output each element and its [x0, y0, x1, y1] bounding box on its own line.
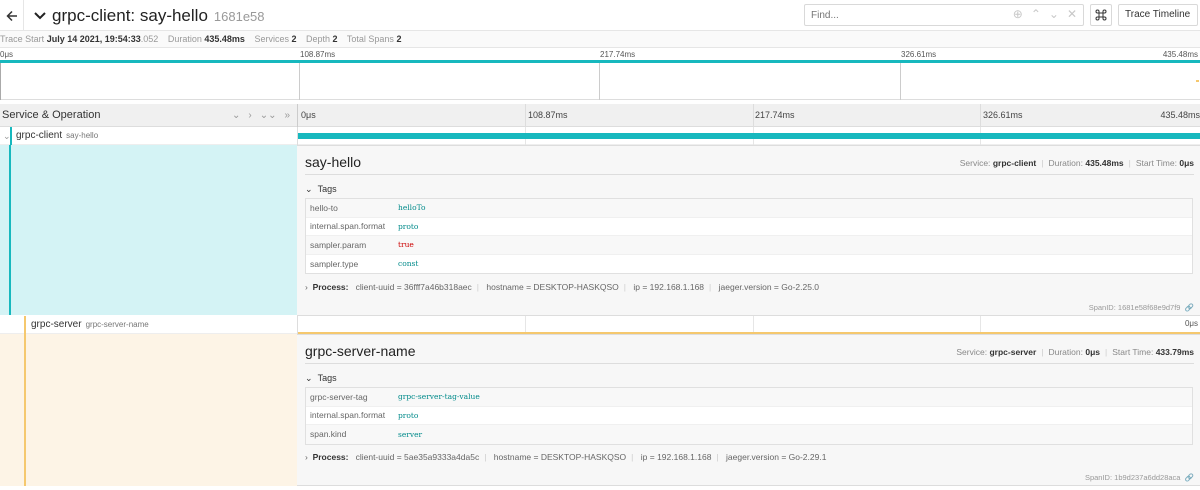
axis-gridline	[753, 104, 754, 127]
find-input[interactable]	[805, 5, 1005, 25]
tags-toggle[interactable]: ⌄ Tags	[305, 373, 337, 384]
tags-table: grpc-server-tag grpc-server-tag-value int…	[305, 387, 1193, 445]
tree-controls: ⌄ › ⌄⌄ »	[232, 104, 290, 127]
span-tree-line	[24, 334, 26, 486]
tag-row: hello-to helloTo	[306, 199, 1192, 218]
span-tree-line	[9, 145, 11, 315]
span-detail-panel: grpc-server-name Service: grpc-server | Du…	[297, 334, 1200, 486]
axis-tick: 108.87ms	[528, 110, 568, 120]
span-bar-label: 0μs	[1184, 319, 1198, 328]
trace-summary: Trace Start July 14 2021, 19:54:33.052 D…	[0, 31, 1200, 48]
collapse-one-icon[interactable]: ⌄	[232, 104, 240, 127]
minimap-tick: 326.61ms	[901, 50, 937, 59]
span-service-color	[10, 127, 12, 145]
minimap-gridline	[299, 60, 300, 100]
minimap-span-server	[1196, 80, 1199, 82]
span-detail-indent	[0, 334, 297, 486]
minimap-gridline	[900, 60, 901, 100]
detail-divider	[305, 363, 1194, 364]
arrow-left-icon	[5, 10, 17, 21]
trace-title-toggle[interactable]: grpc-client: say-hello 1681e58	[34, 6, 265, 26]
locate-icon[interactable]: ⊕	[1013, 7, 1023, 21]
span-detail-title: say-hello	[305, 154, 362, 170]
trace-title: grpc-client: say-hello	[52, 6, 208, 25]
expand-one-icon[interactable]: ›	[248, 104, 251, 127]
close-icon[interactable]: ✕	[1067, 7, 1077, 21]
expand-all-icon[interactable]: »	[285, 104, 291, 127]
timeline-axis: 0μs 108.87ms 217.74ms 326.61ms 435.48ms	[297, 104, 1200, 127]
span-name-cell[interactable]: ⌄ grpc-client say-hello	[0, 127, 297, 145]
trace-id: 1681e58	[213, 8, 265, 24]
span-row-server[interactable]: grpc-server grpc-server-name 0μs	[0, 316, 1200, 334]
trace-start: Trace Start July 14 2021, 19:54:33.052	[0, 34, 159, 44]
axis-gridline	[980, 104, 981, 127]
span-detail-indent	[0, 145, 297, 315]
tags-toggle[interactable]: ⌄ Tags	[305, 184, 337, 195]
link-icon[interactable]: 🔗	[1185, 303, 1194, 312]
span-bar-cell[interactable]: 0μs	[297, 316, 1200, 334]
minimap-left-edge	[0, 60, 1, 100]
timeline-header: Service & Operation ⌄ › ⌄⌄ » 0μs 108.87m…	[0, 104, 1200, 127]
tag-row: grpc-server-tag grpc-server-tag-value	[306, 388, 1192, 407]
chevron-down-icon: ⌄	[305, 184, 313, 194]
tags-table: hello-to helloTo internal.span.format prot…	[305, 198, 1193, 274]
keyboard-shortcuts-button[interactable]	[1090, 4, 1112, 26]
span-detail-meta: Service: grpc-client | Duration: 435.48ms |…	[959, 158, 1194, 168]
axis-tick: 217.74ms	[755, 110, 795, 120]
total-spans: Total Spans 2	[346, 34, 402, 44]
minimap-span-client	[0, 60, 1200, 63]
tag-row: internal.span.format proto	[306, 407, 1192, 425]
minimap-tick: 0μs	[0, 50, 14, 59]
process-toggle[interactable]: › Process: client-uuid = 36fff7a46b318ae…	[305, 282, 819, 292]
chevron-right-icon: ›	[305, 452, 308, 462]
span-service-name: grpc-client	[16, 130, 63, 141]
trace-minimap[interactable]: 0μs 108.87ms 217.74ms 326.61ms 435.48ms	[0, 48, 1200, 100]
find-controls: ⊕ ⌃ ⌄ ✕	[1013, 7, 1077, 21]
axis-tick: 0μs	[301, 110, 316, 120]
back-button[interactable]	[0, 0, 24, 31]
span-bar[interactable]	[298, 133, 1200, 139]
span-detail-panel: say-hello Service: grpc-client | Duration:…	[297, 145, 1200, 316]
span-operation-name: grpc-server-name	[85, 320, 149, 329]
axis-gridline	[525, 104, 526, 127]
chevron-right-icon: ›	[305, 282, 308, 292]
tag-row: sampler.type const	[310, 258, 419, 269]
span-id: SpanID: 1b9d237a6dd28aca 🔗	[1084, 473, 1194, 482]
tag-row: sampler.param true	[306, 236, 1192, 255]
minimap-gridline	[599, 60, 600, 100]
trace-header: grpc-client: say-hello 1681e58 ⊕ ⌃ ⌄ ✕ T…	[0, 0, 1200, 31]
trace-duration: Duration 435.48ms	[167, 34, 245, 44]
span-detail-title: grpc-server-name	[305, 343, 416, 359]
chevron-down-icon: ⌄	[305, 373, 313, 383]
tag-row: internal.span.format proto	[306, 218, 1192, 236]
axis-tick: 435.48ms	[1160, 110, 1200, 120]
span-service-name: grpc-server	[31, 319, 82, 330]
span-bar-cell[interactable]	[297, 127, 1200, 145]
view-select[interactable]: Trace Timeline	[1118, 4, 1198, 26]
minimap-ticks: 0μs 108.87ms 217.74ms 326.61ms 435.48ms	[0, 48, 1200, 60]
span-operation-name: say-hello	[66, 131, 99, 140]
find-box: ⊕ ⌃ ⌄ ✕	[804, 4, 1084, 26]
span-name-cell[interactable]: grpc-server grpc-server-name	[0, 316, 297, 334]
collapse-all-icon[interactable]: ⌄⌄	[260, 104, 277, 127]
span-row-client[interactable]: ⌄ grpc-client say-hello	[0, 127, 1200, 145]
depth: Depth 2	[306, 34, 338, 44]
command-key-icon	[1095, 9, 1107, 21]
minimap-tick: 108.87ms	[300, 50, 336, 59]
span-service-color	[24, 316, 26, 334]
chevron-down-icon	[34, 12, 46, 20]
chevron-down-icon[interactable]: ⌄	[1049, 7, 1059, 21]
chevron-up-icon[interactable]: ⌃	[1031, 7, 1041, 21]
tag-row: span.kind server	[306, 425, 1192, 444]
span-detail-meta: Service: grpc-server | Duration: 0μs | Start…	[956, 347, 1194, 357]
span-id: SpanID: 1681e58f68e9d7f9 🔗	[1088, 303, 1194, 312]
services-count: Services 2	[254, 34, 297, 44]
link-icon[interactable]: 🔗	[1185, 473, 1194, 482]
minimap-tick: 217.74ms	[600, 50, 636, 59]
process-toggle[interactable]: › Process: client-uuid = 5ae35a9333a4da5…	[305, 452, 826, 462]
axis-tick: 326.61ms	[983, 110, 1023, 120]
minimap-tick: 435.48ms	[1162, 50, 1198, 59]
detail-divider	[305, 174, 1194, 175]
